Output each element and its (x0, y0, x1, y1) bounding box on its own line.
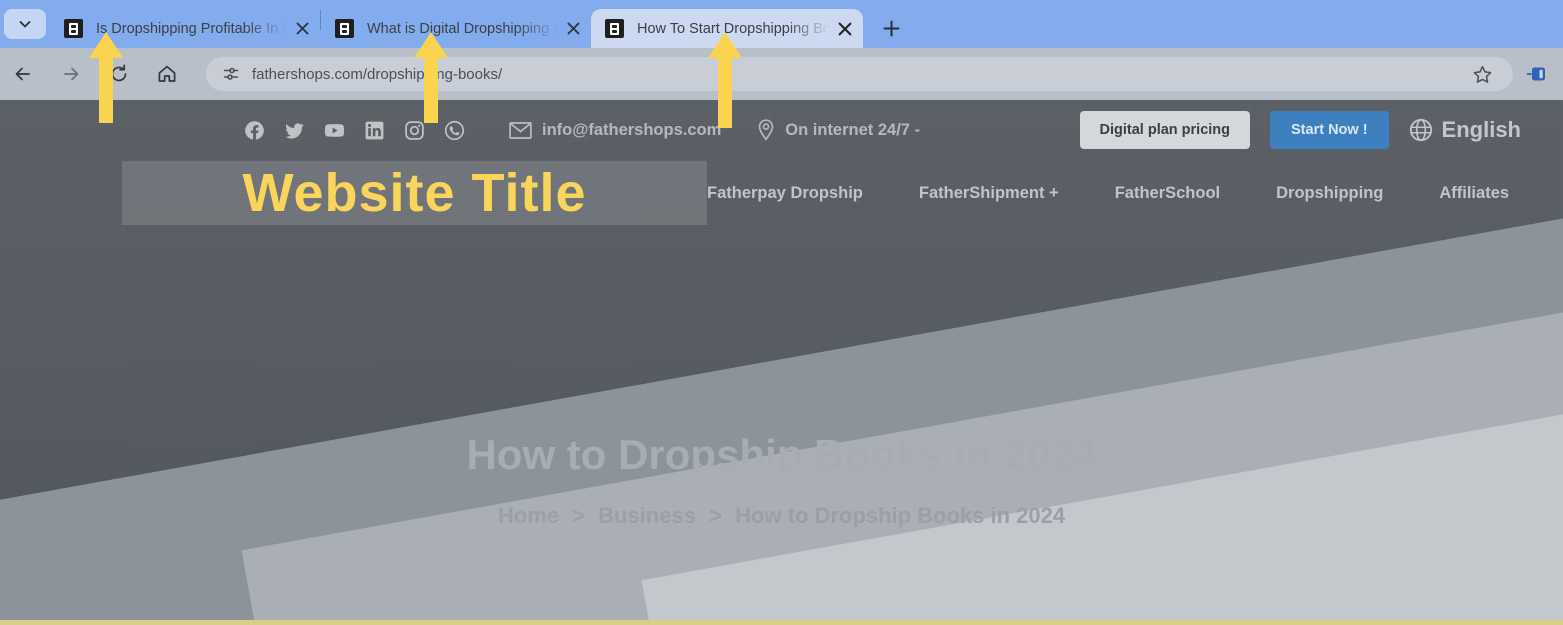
tab-3-close-icon[interactable] (833, 17, 857, 41)
site-nav-bar: Website Title Fatherpay Dropship FatherS… (0, 160, 1563, 226)
linkedin-icon[interactable] (364, 120, 385, 141)
instagram-icon[interactable] (404, 120, 425, 141)
email-text: info@fathershops.com (542, 120, 722, 139)
url-text[interactable]: fathershops.com/dropshipping-books/ (252, 66, 1467, 83)
browser-window: Is Dropshipping Profitable In Ind What i… (0, 0, 1563, 625)
bookmark-star-icon[interactable] (1467, 59, 1497, 89)
start-now-button[interactable]: Start Now ! (1270, 111, 1389, 149)
breadcrumb-item-home[interactable]: Home (498, 503, 559, 528)
tab-2[interactable]: What is Digital Dropshipping an (321, 9, 591, 48)
breadcrumb-separator: > (709, 503, 722, 529)
facebook-icon[interactable] (244, 120, 265, 141)
main-menu: Fatherpay Dropship FatherShipment + Fath… (707, 184, 1563, 203)
tab-1-title: Is Dropshipping Profitable In Ind (96, 20, 286, 37)
site-favicon (64, 19, 83, 38)
email-contact[interactable]: info@fathershops.com (509, 121, 721, 140)
new-tab-button[interactable] (874, 11, 908, 45)
site-favicon (335, 19, 354, 38)
globe-icon (1409, 118, 1432, 142)
home-button[interactable] (150, 57, 184, 91)
page-title: How to Dropship Books in 2024 (466, 431, 1097, 478)
location-pin-icon (758, 119, 774, 141)
tab-1-close-icon[interactable] (290, 17, 314, 41)
reload-icon (111, 64, 127, 82)
menu-item-affiliates[interactable]: Affiliates (1439, 184, 1509, 203)
whatsapp-icon[interactable] (444, 120, 465, 141)
home-icon (158, 65, 176, 82)
web-page: info@fathershops.com On internet 24/7 - … (0, 100, 1563, 625)
social-links (244, 120, 465, 141)
utility-actions: Digital plan pricing Start Now ! English (1079, 111, 1563, 149)
youtube-icon[interactable] (324, 120, 345, 141)
reload-button[interactable] (102, 57, 136, 91)
site-settings-icon[interactable] (218, 61, 244, 87)
tab-3-title: How To Start Dropshipping Boo (637, 20, 829, 37)
tab-search-button[interactable] (4, 9, 46, 39)
tab-strip: Is Dropshipping Profitable In Ind What i… (0, 0, 1563, 48)
menu-item-fathershipment[interactable]: FatherShipment + (919, 184, 1059, 203)
digital-plan-pricing-button[interactable]: Digital plan pricing (1079, 111, 1251, 149)
language-label: English (1441, 117, 1521, 142)
forward-button[interactable] (54, 57, 88, 91)
hours-text: On internet 24/7 - (785, 120, 921, 139)
menu-item-fatherpay-dropship[interactable]: Fatherpay Dropship (707, 184, 863, 203)
page-bottom-rule (0, 620, 1563, 625)
tab-3[interactable]: How To Start Dropshipping Boo (591, 9, 863, 48)
browser-toolbar: fathershops.com/dropshipping-books/ (0, 48, 1563, 100)
chevron-down-icon (19, 21, 31, 28)
breadcrumb-item-business[interactable]: Business (598, 503, 696, 528)
website-title-text: Website Title (242, 163, 587, 223)
language-selector[interactable]: English (1409, 117, 1521, 143)
breadcrumb-item-current: How to Dropship Books in 2024 (735, 503, 1066, 529)
forward-arrow-icon (64, 67, 79, 81)
side-panel-button[interactable] (1521, 57, 1555, 91)
address-bar[interactable]: fathershops.com/dropshipping-books/ (206, 57, 1513, 91)
twitter-icon[interactable] (284, 120, 305, 141)
menu-item-dropshipping[interactable]: Dropshipping (1276, 184, 1383, 203)
back-button[interactable] (6, 57, 40, 91)
website-title-overlay: Website Title (122, 161, 707, 225)
site-favicon (605, 19, 624, 38)
side-panel-icon (1526, 67, 1545, 81)
tab-2-close-icon[interactable] (561, 17, 585, 41)
hero-section: How to Dropship Books in 2024 Home > Bus… (0, 431, 1563, 529)
envelope-icon (509, 121, 532, 139)
hours-contact: On internet 24/7 - (757, 119, 920, 141)
tab-2-title: What is Digital Dropshipping an (367, 20, 557, 37)
breadcrumb-separator: > (572, 503, 585, 529)
site-utility-bar: info@fathershops.com On internet 24/7 - … (0, 100, 1563, 160)
plus-icon (883, 20, 899, 36)
back-arrow-icon (15, 67, 30, 81)
breadcrumb: Home > Business > How to Dropship Books … (0, 503, 1563, 529)
contact-info: info@fathershops.com On internet 24/7 - (509, 119, 920, 141)
tab-1[interactable]: Is Dropshipping Profitable In Ind (50, 9, 320, 48)
menu-item-fatherschool[interactable]: FatherSchool (1115, 184, 1220, 203)
